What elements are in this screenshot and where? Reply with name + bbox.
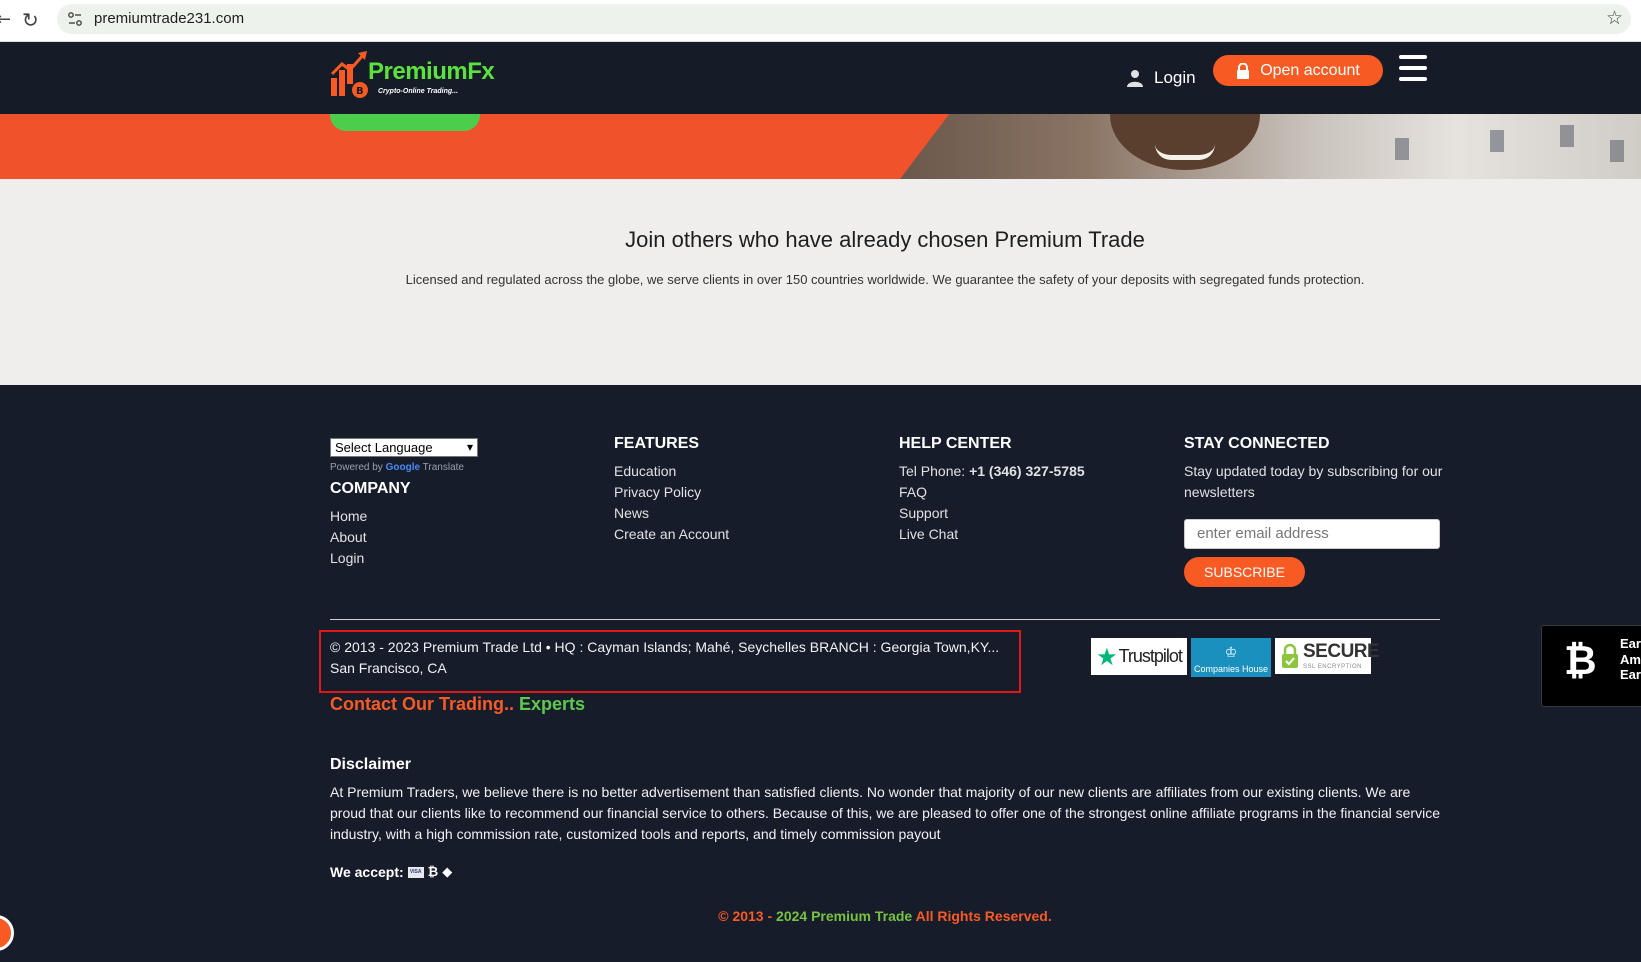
browser-toolbar: ← ↻ premiumtrade231.com ☆ bbox=[0, 0, 1641, 42]
language-select[interactable]: Select Language bbox=[330, 438, 478, 457]
contact-label: Contact Our Trading.. bbox=[330, 694, 515, 714]
secure-label: SECURE bbox=[1303, 641, 1380, 662]
ssl-secure-badge[interactable]: SECURE SSL ENCRYPTION bbox=[1275, 638, 1380, 674]
copyright-line: © 2013 - 2024 Premium Trade All Rights R… bbox=[0, 908, 1641, 924]
stay-heading: STAY CONNECTED bbox=[1184, 435, 1330, 452]
building-window bbox=[1560, 125, 1574, 147]
phone-label: Tel Phone: bbox=[899, 463, 966, 479]
footer-link-home[interactable]: Home bbox=[330, 506, 411, 527]
footer-link-education[interactable]: Education bbox=[614, 461, 729, 482]
site-header: B PremiumFx Crypto-Online Trading... Log… bbox=[0, 43, 1641, 114]
open-account-button[interactable]: Open account bbox=[1213, 55, 1383, 86]
footer-link-about[interactable]: About bbox=[330, 527, 411, 548]
widget-line-1: Ear bbox=[1620, 636, 1641, 651]
address-bar[interactable]: premiumtrade231.com ☆ bbox=[57, 4, 1631, 34]
help-heading: HELP CENTER bbox=[899, 435, 1012, 452]
disclaimer-text: At Premium Traders, we believe there is … bbox=[330, 784, 1440, 842]
footer-company-column: COMPANY Home About Login bbox=[330, 480, 411, 569]
join-section: Join others who have already chosen Prem… bbox=[0, 179, 1641, 385]
logo[interactable]: B PremiumFx Crypto-Online Trading... bbox=[330, 50, 495, 102]
menu-hamburger-icon[interactable] bbox=[1399, 55, 1427, 81]
logo-tagline: Crypto-Online Trading... bbox=[378, 88, 458, 95]
help-phone[interactable]: Tel Phone: +1 (346) 327-5785 bbox=[899, 461, 1085, 482]
logo-text: PremiumFx bbox=[368, 58, 495, 85]
phone-number[interactable]: +1 (346) 327-5785 bbox=[969, 463, 1085, 479]
payment-methods: We accept: VISA ₿ ◆ bbox=[330, 864, 452, 880]
url-text[interactable]: premiumtrade231.com bbox=[94, 10, 244, 27]
building-window bbox=[1610, 140, 1624, 162]
stay-text: Stay updated today by subscribing for ou… bbox=[1184, 463, 1443, 500]
join-title: Join others who have already chosen Prem… bbox=[625, 227, 1145, 252]
bitcoin-earnings-widget[interactable]: ₿ Ear Am Ear bbox=[1541, 625, 1641, 707]
footer-link-login[interactable]: Login bbox=[330, 548, 411, 569]
widget-line-2: Am bbox=[1620, 652, 1641, 667]
building-window bbox=[1490, 130, 1504, 152]
ssl-lock-icon bbox=[1282, 643, 1298, 668]
footer-link-support[interactable]: Support bbox=[899, 503, 1085, 524]
we-accept-label: We accept: bbox=[330, 864, 404, 880]
footer: Select Language Powered by Google Transl… bbox=[0, 385, 1641, 962]
company-heading: COMPANY bbox=[330, 480, 411, 497]
google-logo: Google bbox=[385, 462, 421, 473]
login-label: Login bbox=[1154, 68, 1196, 87]
footer-divider bbox=[330, 619, 1440, 620]
user-icon bbox=[1127, 70, 1143, 87]
newsletter-email-input[interactable]: enter email address bbox=[1184, 519, 1440, 549]
footer-link-create-account[interactable]: Create an Account bbox=[614, 524, 729, 545]
copyright-prefix: © 2013 - bbox=[718, 908, 777, 924]
widget-line-3: Ear bbox=[1620, 667, 1641, 682]
site-settings-icon[interactable] bbox=[67, 11, 83, 27]
crest-icon: ♔ bbox=[1224, 645, 1238, 661]
visa-card-icon: VISA bbox=[407, 866, 424, 878]
copyright-suffix: All Rights Reserved. bbox=[912, 908, 1052, 924]
ethereum-icon: ◆ bbox=[442, 864, 453, 880]
lock-icon bbox=[1237, 62, 1250, 79]
copyright-company: 2024 Premium Trade bbox=[776, 908, 913, 924]
footer-link-faq[interactable]: FAQ bbox=[899, 482, 1085, 503]
open-account-label: Open account bbox=[1260, 61, 1360, 79]
hq-address-text: © 2013 - 2023 Premium Trade Ltd • HQ : C… bbox=[330, 639, 1000, 676]
footer-stay-connected-column: STAY CONNECTED Stay updated today by sub… bbox=[1184, 435, 1444, 503]
powered-by-label: Powered by bbox=[330, 462, 383, 473]
login-link[interactable]: Login bbox=[1126, 61, 1196, 95]
bitcoin-pay-icon: ₿ bbox=[427, 865, 439, 880]
contact-experts-link[interactable]: Contact Our Trading.. Experts bbox=[330, 694, 585, 715]
companies-house-badge[interactable]: ♔ Companies House bbox=[1191, 638, 1271, 677]
bookmark-star-icon[interactable]: ☆ bbox=[1606, 7, 1623, 29]
disclaimer-heading: Disclaimer bbox=[330, 756, 411, 773]
footer-features-column: FEATURES Education Privacy Policy News C… bbox=[614, 435, 729, 545]
companies-house-label: Companies House bbox=[1193, 664, 1269, 674]
trust-badges: ★ Trustpilot ♔ Companies House SECURE SS… bbox=[1091, 638, 1380, 677]
footer-help-column: HELP CENTER Tel Phone: +1 (346) 327-5785… bbox=[899, 435, 1085, 545]
hero-smile bbox=[1155, 144, 1215, 160]
subscribe-button[interactable]: SUBSCRIBE bbox=[1184, 557, 1305, 587]
features-heading: FEATURES bbox=[614, 435, 700, 452]
footer-link-live-chat[interactable]: Live Chat bbox=[899, 524, 1085, 545]
join-text: Licensed and regulated across the globe,… bbox=[405, 272, 1365, 287]
svg-text:B: B bbox=[356, 86, 364, 97]
building-window bbox=[1395, 138, 1409, 160]
footer-link-privacy-policy[interactable]: Privacy Policy bbox=[614, 482, 729, 503]
contact-experts-label: Experts bbox=[514, 694, 586, 714]
trustpilot-label: Trustpilot bbox=[1118, 646, 1183, 666]
reload-icon[interactable]: ↻ bbox=[22, 9, 39, 31]
logo-chart-icon: B bbox=[330, 51, 368, 98]
back-arrow-icon[interactable]: ← bbox=[0, 9, 11, 30]
bitcoin-icon: ₿ bbox=[1564, 638, 1597, 684]
ssl-label: SSL ENCRYPTION bbox=[1303, 664, 1363, 670]
powered-by-google-translate[interactable]: Powered by Google Translate bbox=[330, 462, 464, 473]
trustpilot-star-icon: ★ bbox=[1096, 642, 1117, 671]
trustpilot-badge[interactable]: ★ Trustpilot bbox=[1091, 638, 1187, 675]
footer-link-news[interactable]: News bbox=[614, 503, 729, 524]
translate-label: Translate bbox=[422, 462, 464, 473]
